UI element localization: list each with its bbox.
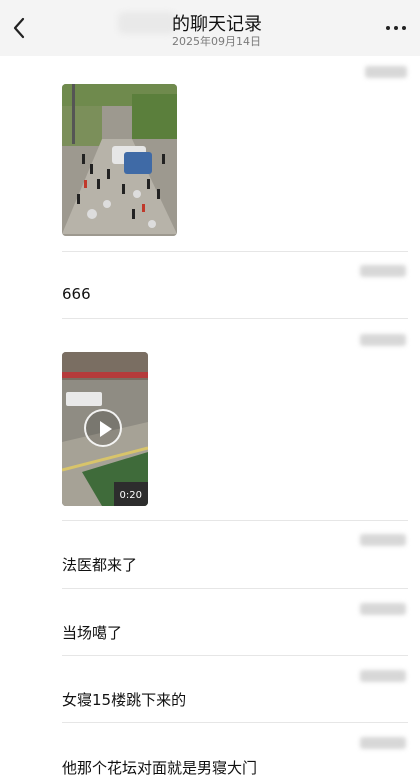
text-message: 女寝15楼跳下来的 (62, 691, 187, 709)
text-message: 他那个花坛对面就是男寝大门 (62, 759, 258, 777)
text-message: 法医都来了 (62, 556, 138, 574)
page-subtitle-date: 2025年09月14日 (172, 35, 261, 48)
divider (62, 520, 408, 521)
sender-time-redaction (365, 66, 407, 78)
sender-time-redaction (360, 737, 406, 749)
sender-time-redaction (360, 334, 406, 346)
title-redaction (118, 12, 176, 34)
sender-time-redaction (360, 534, 406, 546)
video-duration: 0:20 (119, 490, 142, 501)
divider (62, 318, 408, 319)
photo-scene (62, 84, 177, 236)
image-message[interactable] (62, 84, 177, 236)
more-button[interactable] (384, 18, 408, 38)
divider (62, 655, 408, 656)
chat-history-header: 的聊天记录 2025年09月14日 (0, 0, 420, 56)
chevron-left-icon (13, 17, 25, 39)
divider (62, 251, 408, 252)
divider (62, 588, 408, 589)
sender-time-redaction (360, 670, 406, 682)
sender-time-redaction (360, 265, 406, 277)
divider (62, 722, 408, 723)
text-message: 666 (62, 285, 91, 303)
text-message: 当场噶了 (62, 624, 123, 642)
play-icon[interactable] (84, 409, 122, 447)
back-button[interactable] (10, 16, 30, 40)
video-message[interactable]: 0:20 (62, 352, 148, 506)
sender-time-redaction (360, 603, 406, 615)
